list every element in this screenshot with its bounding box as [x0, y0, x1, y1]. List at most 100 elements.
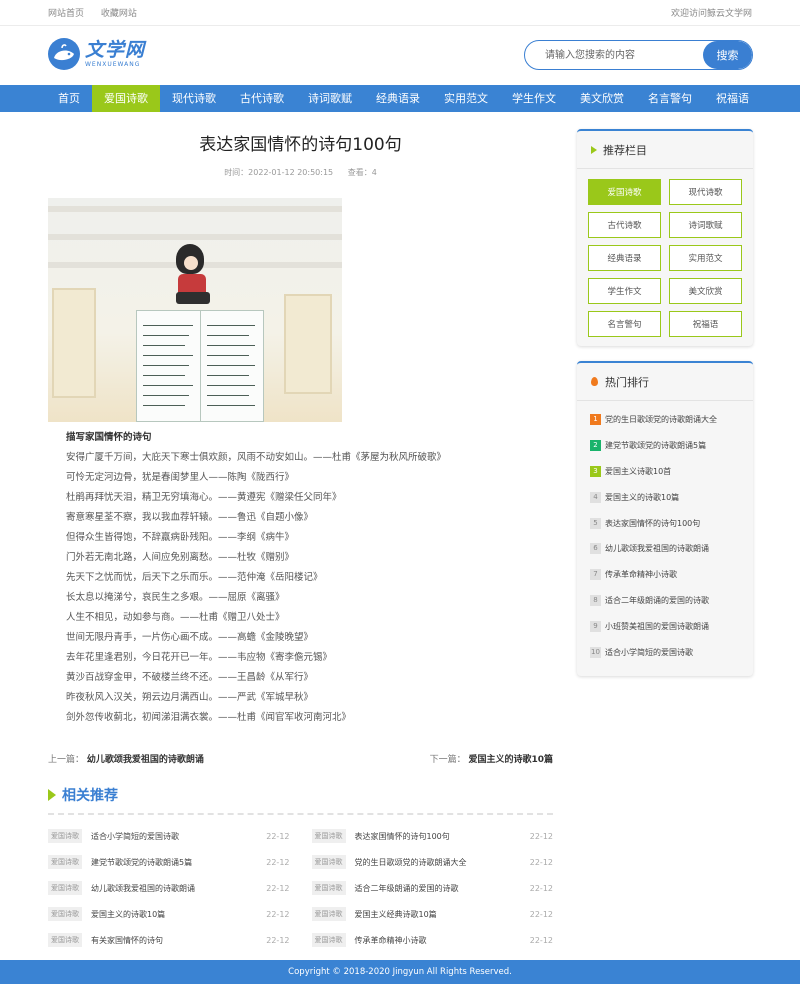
nav-item[interactable]: 现代诗歌	[160, 85, 228, 112]
book-text-line	[207, 375, 249, 376]
prev-article[interactable]: 上一篇： 幼儿歌颂我爱祖国的诗歌朗诵	[48, 752, 204, 765]
related-item[interactable]: 爱国诗歌 爱国主义经典诗歌10篇 22-12	[311, 901, 553, 927]
book-text-line	[207, 395, 249, 396]
hot-item[interactable]: 1 党的生日歌颂党的诗歌朗诵大全	[590, 407, 741, 433]
hot-item[interactable]: 5 表达家国情怀的诗句100句	[590, 510, 741, 536]
nav-item[interactable]: 美文欣赏	[568, 85, 636, 112]
nav-item[interactable]: 古代诗歌	[228, 85, 296, 112]
related-date: 22-12	[266, 935, 290, 945]
related-title[interactable]: 表达家国情怀的诗句100句	[355, 831, 530, 842]
nav-item[interactable]: 名言警句	[636, 85, 704, 112]
related-title[interactable]: 爱国主义经典诗歌10篇	[355, 909, 530, 920]
category-button[interactable]: 学生作文	[588, 278, 661, 304]
hot-title[interactable]: 适合小学简短的爱国诗歌	[605, 647, 693, 658]
category-button[interactable]: 爱国诗歌	[588, 179, 661, 205]
category-button[interactable]: 美文欣赏	[669, 278, 742, 304]
related-title[interactable]: 爱国主义的诗歌10篇	[91, 909, 266, 920]
related-title[interactable]: 党的生日歌颂党的诗歌朗诵大全	[355, 857, 530, 868]
related-title[interactable]: 有关家国情怀的诗句	[91, 935, 266, 946]
category-tag[interactable]: 爱国诗歌	[311, 855, 346, 869]
related-title[interactable]: 适合二年级朗诵的爱国的诗歌	[355, 883, 530, 894]
related-title[interactable]: 幼儿歌颂我爱祖国的诗歌朗诵	[91, 883, 266, 894]
related-item[interactable]: 爱国诗歌 表达家国情怀的诗句100句 22-12	[311, 823, 553, 849]
category-tag[interactable]: 爱国诗歌	[48, 933, 82, 947]
hot-item[interactable]: 10 适合小学简短的爱国诗歌	[590, 639, 741, 665]
next-title[interactable]: 爱国主义的诗歌10篇	[468, 755, 553, 765]
search-button[interactable]: 搜索	[703, 41, 752, 69]
category-button[interactable]: 名言警句	[588, 311, 661, 337]
hot-item[interactable]: 4 爱国主义的诗歌10篇	[590, 484, 741, 510]
related-date: 22-12	[266, 883, 290, 893]
site-logo[interactable]: 文学网 WENXUEWANG	[48, 38, 145, 70]
poem-line: 剑外忽传收蓟北，初闻涕泪满衣裳。——杜甫《闻官军收河南河北》	[66, 712, 352, 723]
book-text-line	[207, 385, 255, 386]
related-item[interactable]: 爱国诗歌 有关家国情怀的诗句 22-12	[48, 927, 290, 953]
poem-line: 去年花里逢君别，今日花开已一年。——韦应物《寄李儋元锡》	[66, 652, 333, 663]
hot-ranking-panel: 热门排行 1 党的生日歌颂党的诗歌朗诵大全 2 建党节歌颂党的诗歌朗诵5篇 3 爱国主义诗…	[577, 361, 753, 676]
related-title[interactable]: 适合小学简短的爱国诗歌	[91, 831, 266, 842]
nav-item[interactable]: 首页	[46, 85, 92, 112]
hot-item[interactable]: 7 传承革命精神小诗歌	[590, 562, 741, 588]
category-tag[interactable]: 爱国诗歌	[311, 829, 346, 843]
related-item[interactable]: 爱国诗歌 爱国主义的诗歌10篇 22-12	[48, 901, 290, 927]
hot-title[interactable]: 建党节歌颂党的诗歌朗诵5篇	[605, 440, 706, 451]
related-date: 22-12	[266, 909, 290, 919]
hot-item[interactable]: 3 爱国主义诗歌10首	[590, 459, 741, 485]
category-button[interactable]: 诗词歌赋	[669, 212, 742, 238]
hot-item[interactable]: 9 小班赞美祖国的爱国诗歌朗诵	[590, 613, 741, 639]
next-label: 下一篇：	[429, 755, 466, 765]
related-date: 22-12	[529, 935, 553, 945]
category-tag[interactable]: 爱国诗歌	[311, 933, 346, 947]
page-title: 表达家国情怀的诗句100句	[199, 135, 402, 155]
related-item[interactable]: 爱国诗歌 党的生日歌颂党的诗歌朗诵大全 22-12	[311, 849, 553, 875]
poem-line: 昨夜秋风入汉关，朔云边月满西山。——严武《军城早秋》	[66, 692, 314, 703]
hot-title[interactable]: 爱国主义的诗歌10篇	[605, 492, 679, 503]
prev-title[interactable]: 幼儿歌颂我爱祖国的诗歌朗诵	[87, 755, 204, 765]
related-title[interactable]: 传承革命精神小诗歌	[355, 935, 530, 946]
related-item[interactable]: 爱国诗歌 适合二年级朗诵的爱国的诗歌 22-12	[311, 875, 553, 901]
nav-item[interactable]: 爱国诗歌	[92, 85, 160, 112]
recommended-heading: 推荐栏目	[577, 131, 753, 169]
favorite-link[interactable]: 收藏网站	[101, 9, 137, 19]
category-tag[interactable]: 爱国诗歌	[311, 907, 346, 921]
book-text-line	[207, 365, 255, 366]
category-button[interactable]: 现代诗歌	[669, 179, 742, 205]
hot-title[interactable]: 小班赞美祖国的爱国诗歌朗诵	[605, 621, 709, 632]
home-link[interactable]: 网站首页	[48, 9, 84, 19]
category-tag[interactable]: 爱国诗歌	[48, 907, 82, 921]
category-tag[interactable]: 爱国诗歌	[311, 881, 346, 895]
hot-item[interactable]: 8 适合二年级朗诵的爱国的诗歌	[590, 588, 741, 614]
hot-title[interactable]: 适合二年级朗诵的爱国的诗歌	[605, 595, 709, 606]
category-tag[interactable]: 爱国诗歌	[48, 829, 82, 843]
book-text-line	[143, 325, 193, 326]
top-links: 网站首页 收藏网站	[48, 6, 151, 19]
next-article[interactable]: 下一篇： 爱国主义的诗歌10篇	[430, 752, 553, 765]
related-item[interactable]: 爱国诗歌 传承革命精神小诗歌 22-12	[311, 927, 553, 953]
hot-title[interactable]: 幼儿歌颂我爱祖国的诗歌朗诵	[605, 543, 709, 554]
category-button[interactable]: 经典语录	[588, 245, 661, 271]
nav-item[interactable]: 实用范文	[432, 85, 500, 112]
nav-item[interactable]: 经典语录	[364, 85, 432, 112]
related-item[interactable]: 爱国诗歌 建党节歌颂党的诗歌朗诵5篇 22-12	[48, 849, 290, 875]
category-button[interactable]: 祝福语	[669, 311, 742, 337]
category-button[interactable]: 实用范文	[669, 245, 742, 271]
ceiling-beam	[48, 234, 342, 240]
category-tag[interactable]: 爱国诗歌	[48, 881, 82, 895]
related-item[interactable]: 爱国诗歌 幼儿歌颂我爱祖国的诗歌朗诵 22-12	[48, 875, 290, 901]
hot-title[interactable]: 爱国主义诗歌10首	[605, 466, 671, 477]
related-item[interactable]: 爱国诗歌 适合小学简短的爱国诗歌 22-12	[48, 823, 290, 849]
nav-item[interactable]: 诗词歌赋	[296, 85, 364, 112]
search-input[interactable]	[525, 41, 703, 69]
main-content: 表达家国情怀的诗句100句 时间：2022-01-12 20:50:15 查看：…	[48, 112, 553, 953]
hot-title[interactable]: 党的生日歌颂党的诗歌朗诵大全	[605, 414, 717, 425]
book-text-line	[143, 345, 185, 346]
category-button[interactable]: 古代诗歌	[588, 212, 661, 238]
hot-item[interactable]: 2 建党节歌颂党的诗歌朗诵5篇	[590, 433, 741, 459]
hot-item[interactable]: 6 幼儿歌颂我爱祖国的诗歌朗诵	[590, 536, 741, 562]
hot-title[interactable]: 传承革命精神小诗歌	[605, 569, 677, 580]
category-tag[interactable]: 爱国诗歌	[48, 855, 82, 869]
nav-item[interactable]: 祝福语	[704, 85, 761, 112]
hot-title[interactable]: 表达家国情怀的诗句100句	[605, 518, 700, 529]
nav-item[interactable]: 学生作文	[500, 85, 568, 112]
related-title[interactable]: 建党节歌颂党的诗歌朗诵5篇	[91, 857, 266, 868]
